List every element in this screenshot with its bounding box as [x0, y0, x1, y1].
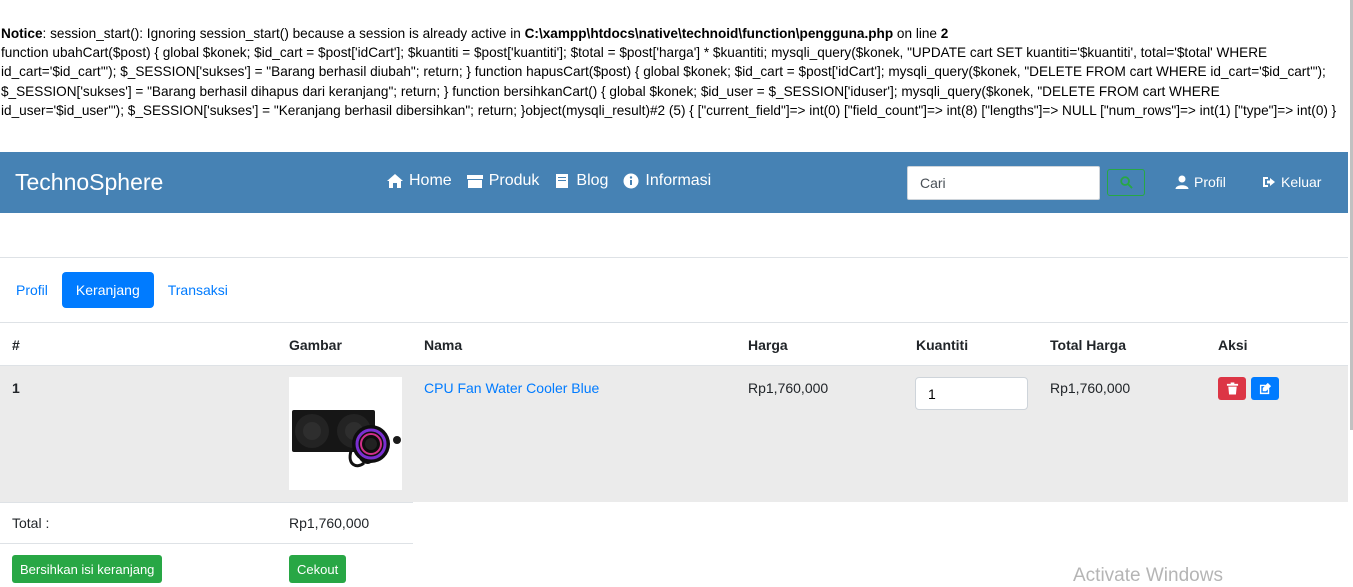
tab-bar: Profil Keranjang Transaksi: [0, 272, 242, 308]
nav-profil-link[interactable]: Profil: [1175, 174, 1226, 190]
table-row: [0, 366, 1348, 502]
trash-icon: [1226, 382, 1238, 395]
nav-link-informasi[interactable]: Informasi: [622, 172, 711, 190]
notice-path: C:\xampp\htdocs\native\technoid\function…: [524, 26, 894, 41]
nav-link-label: Home: [409, 172, 452, 189]
nav-keluar-link[interactable]: Keluar: [1262, 174, 1321, 190]
quantity-input[interactable]: [915, 377, 1028, 410]
notice-message: : session_start(): Ignoring session_star…: [42, 26, 525, 41]
nav-link-label: Informasi: [645, 172, 712, 189]
tab-profil[interactable]: Profil: [0, 272, 62, 308]
brand-logo[interactable]: TechnoSphere: [15, 169, 163, 196]
tab-transaksi[interactable]: Transaksi: [154, 272, 242, 308]
product-price: Rp1,760,000: [748, 380, 829, 396]
nav-link-produk[interactable]: Produk: [466, 172, 540, 190]
notice-code-dump: function ubahCart($post) { global $konek…: [1, 45, 1337, 118]
row-number: 1: [12, 380, 20, 396]
water-cooler-image: [292, 410, 401, 468]
nav-link-label: Produk: [488, 172, 540, 189]
divider: [0, 322, 1348, 323]
user-icon: [1175, 175, 1189, 189]
nav-profil-label: Profil: [1194, 174, 1226, 190]
clear-cart-button[interactable]: Bersihkan isi keranjang: [12, 555, 163, 583]
header-total-harga: Total Harga: [1050, 337, 1126, 353]
sign-out-icon: [1263, 177, 1275, 187]
nav-link-blog[interactable]: Blog: [553, 172, 608, 190]
header-gambar: Gambar: [289, 337, 342, 353]
nav-link-label: Blog: [576, 172, 609, 189]
edit-icon: [1259, 382, 1271, 395]
total-label: Total :: [12, 515, 50, 531]
divider: [0, 543, 413, 544]
store-icon: [466, 175, 483, 188]
product-name-link[interactable]: CPU Fan Water Cooler Blue: [424, 380, 599, 396]
header-aksi: Aksi: [1218, 337, 1248, 353]
info-icon: [623, 173, 639, 189]
nav-keluar-label: Keluar: [1281, 174, 1322, 190]
navbar: TechnoSphere Home Produk Blog Informasi …: [0, 152, 1348, 213]
windows-activation-watermark: Activate Windows: [1073, 565, 1223, 586]
book-icon: [556, 174, 569, 188]
search-icon: [1119, 176, 1133, 189]
notice-line: 2: [940, 26, 949, 41]
search-input[interactable]: [907, 166, 1100, 200]
tab-keranjang[interactable]: Keranjang: [61, 272, 154, 308]
search-button[interactable]: [1107, 169, 1145, 196]
divider: [0, 502, 413, 503]
row-total-price: Rp1,760,000: [1050, 380, 1131, 396]
php-notice: Notice: session_start(): Ignoring sessio…: [1, 24, 1346, 120]
header-no: #: [12, 337, 20, 353]
notice-label: Notice: [1, 26, 43, 41]
header-nama: Nama: [424, 337, 463, 353]
divider: [0, 257, 1348, 258]
header-kuantiti: Kuantiti: [916, 337, 969, 353]
product-image: [289, 377, 402, 490]
nav-links: Home Produk Blog Informasi: [386, 172, 711, 190]
total-value: Rp1,760,000: [289, 515, 370, 531]
edit-button[interactable]: [1251, 377, 1279, 400]
notice-online: on line: [893, 26, 941, 41]
delete-button[interactable]: [1218, 377, 1246, 400]
nav-link-home[interactable]: Home: [386, 172, 452, 190]
checkout-button[interactable]: Cekout: [289, 555, 347, 583]
home-icon: [387, 174, 403, 188]
header-harga: Harga: [748, 337, 788, 353]
scrollbar-track[interactable]: [1348, 0, 1353, 586]
